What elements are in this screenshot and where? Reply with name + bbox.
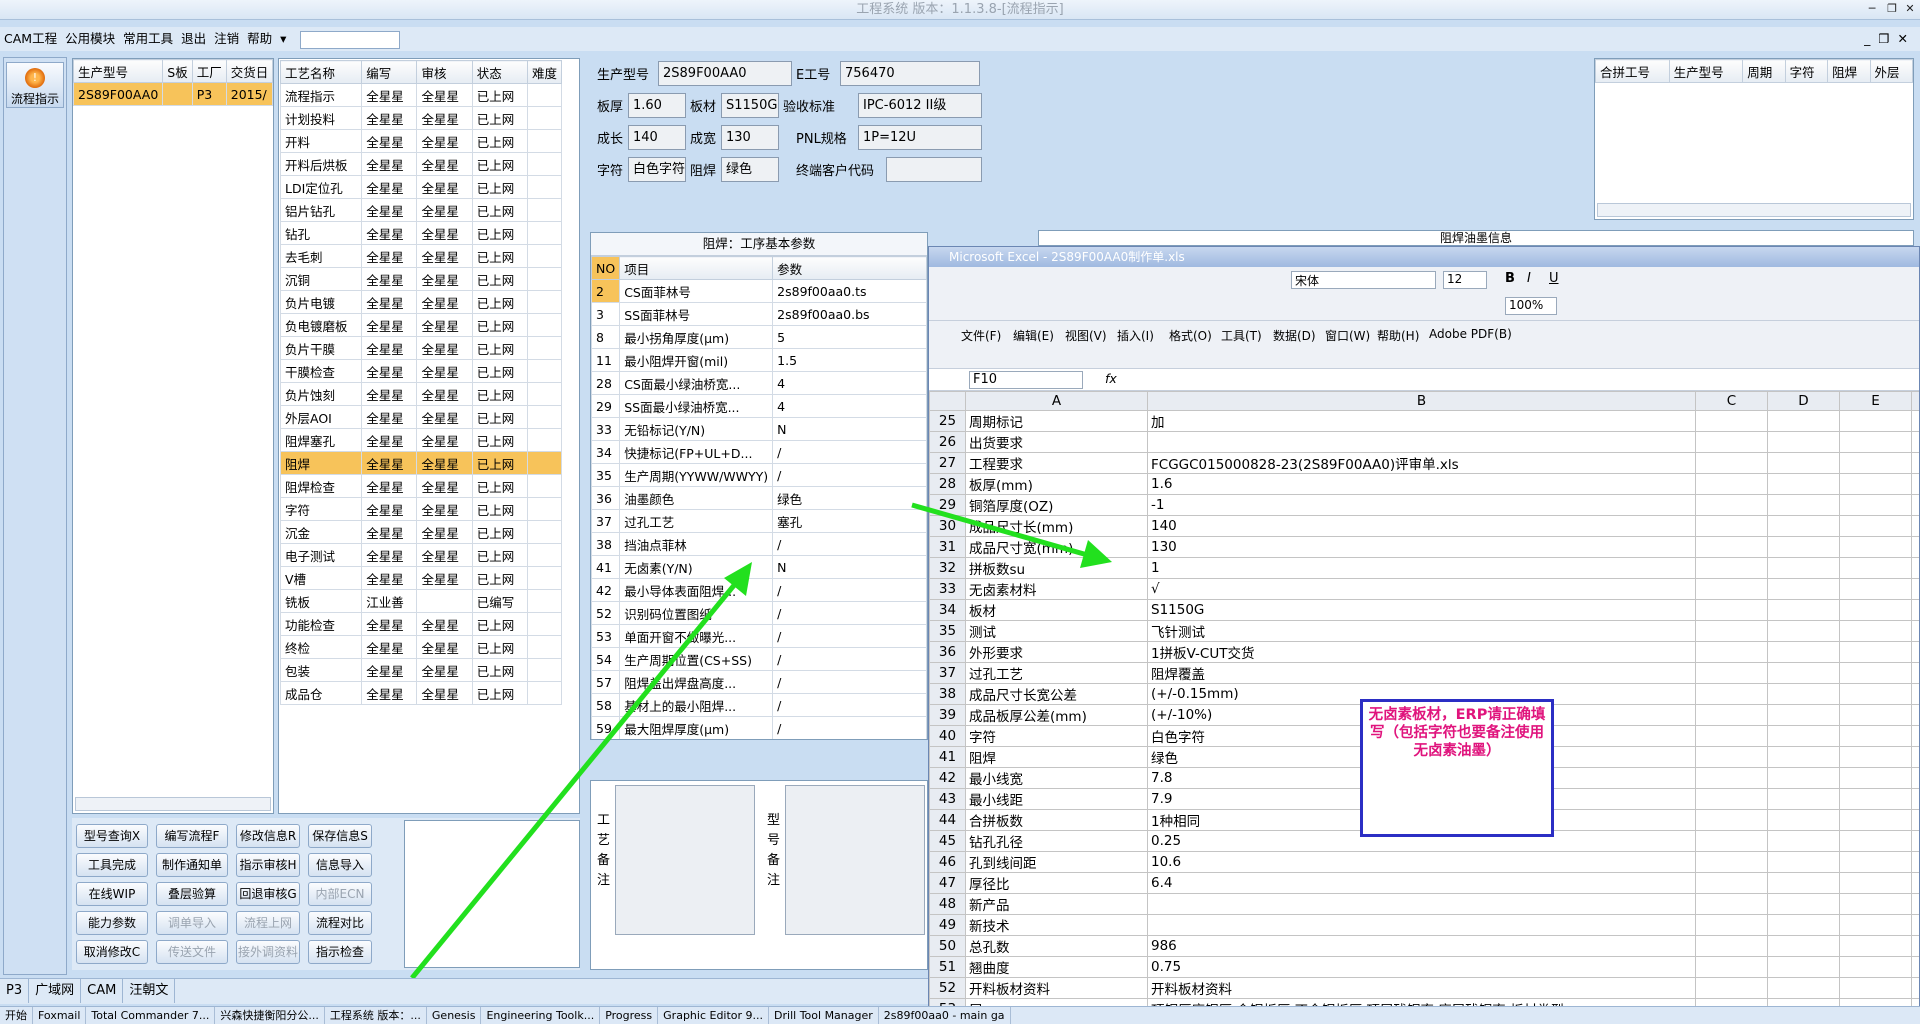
taskbar: 开始 Foxmail Total Commander 7... 兴森快捷衡阳分公...… (0, 1006, 1920, 1024)
arrow-head-right (1080, 540, 1112, 568)
status-bar: P3 广域网 CAM 汪朝文 (0, 978, 928, 1004)
status-module: CAM (81, 979, 124, 1003)
status-user: 汪朝文 (123, 979, 176, 1003)
taskbar-item[interactable]: Genesis (427, 1007, 482, 1024)
taskbar-item[interactable]: Drill Tool Manager (769, 1007, 879, 1024)
arrow-line-right (911, 502, 1099, 561)
arrow-line-up (410, 576, 742, 980)
taskbar-item[interactable]: 2s89f00aa0 - main ga (879, 1007, 1011, 1024)
taskbar-item[interactable]: Foxmail (33, 1007, 87, 1024)
status-plant[interactable]: P3 (0, 979, 30, 1003)
status-network: 广域网 (29, 979, 82, 1003)
taskbar-item[interactable]: 工程系统 版本：... (325, 1007, 427, 1024)
taskbar-item[interactable]: Progress (600, 1007, 659, 1024)
taskbar-item[interactable]: Engineering Toolk... (481, 1007, 601, 1024)
taskbar-item[interactable]: Graphic Editor 9... (658, 1007, 770, 1024)
taskbar-item[interactable]: 开始 (0, 1007, 33, 1024)
taskbar-item[interactable]: 兴森快捷衡阳分公... (215, 1007, 325, 1024)
taskbar-item[interactable]: Total Commander 7... (86, 1007, 216, 1024)
annotation-arrows (410, 502, 1112, 980)
